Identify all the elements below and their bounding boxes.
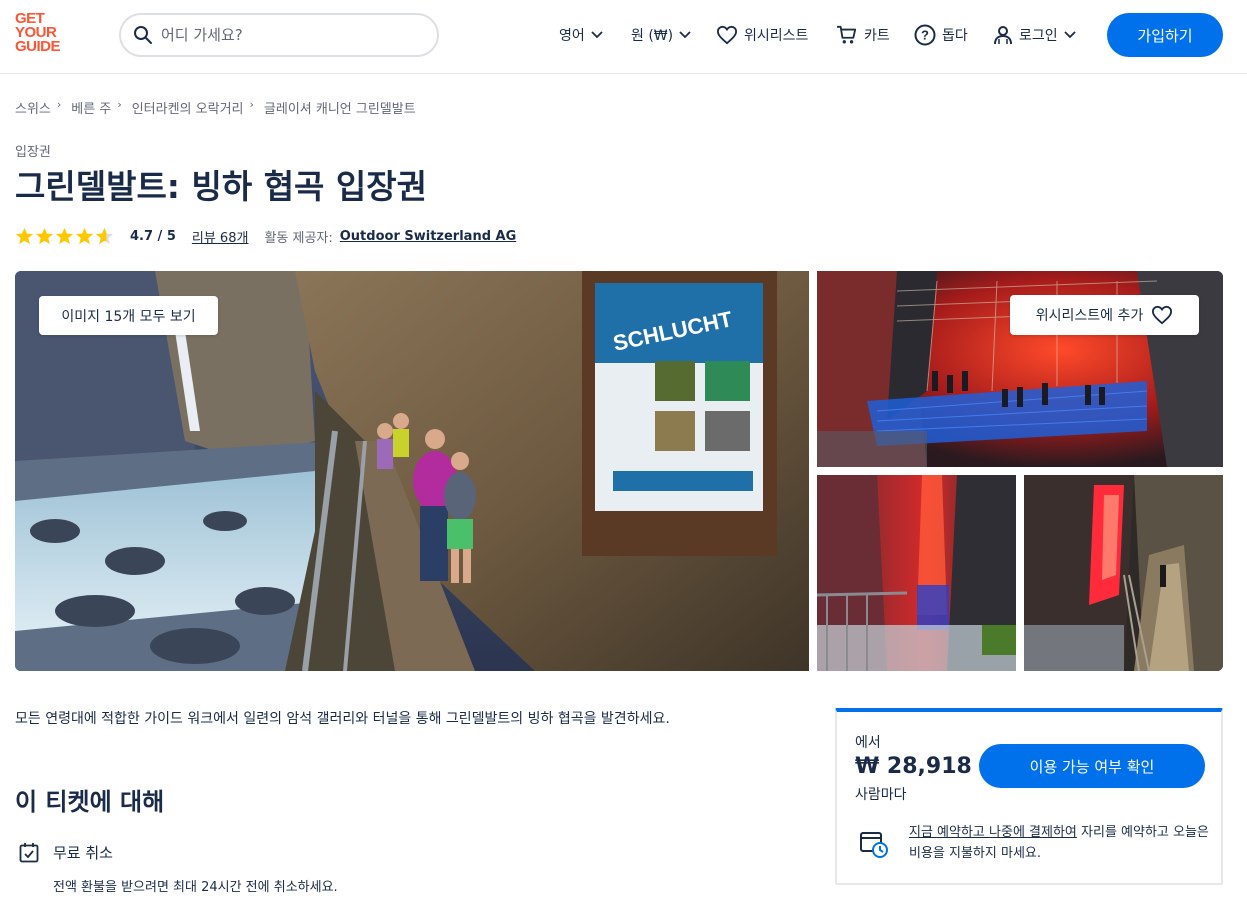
- chevron-right-icon: ›: [249, 98, 254, 111]
- getyourguide-logo[interactable]: GET YOUR GUIDE: [15, 11, 75, 58]
- help-label: 돕다: [942, 28, 968, 44]
- wishlist-label: 위시리스트: [744, 28, 809, 44]
- free-cancellation-label: 무료 취소: [53, 844, 113, 862]
- free-cancellation-feature: 무료 취소: [19, 842, 113, 863]
- price-per-person: 사람마다: [855, 787, 907, 803]
- currency-selector[interactable]: 원 (₩): [631, 22, 691, 48]
- star-icon: [15, 227, 34, 244]
- page-title: 그린델발트: 빙하 협곡 입장권: [15, 167, 427, 206]
- red-lit-waterfall-photo: [817, 475, 1016, 671]
- add-to-wishlist-label: 위시리스트에 추가: [1035, 308, 1144, 324]
- breadcrumb: 스위스 › 베른 주 › 인터라켄의 오락거리 › 글레이셔 캐니언 그린델발트: [15, 98, 416, 117]
- star-icon: [75, 227, 94, 244]
- gallery-image-waterfall[interactable]: [817, 475, 1016, 671]
- booking-panel: 에서 ₩ 28,918 사람마다 이용 가능 여부 확인 지금 예약하고 나중에…: [835, 708, 1223, 885]
- breadcrumb-item[interactable]: 스위스: [15, 98, 51, 117]
- wishlist-link[interactable]: 위시리스트: [716, 22, 808, 48]
- site-header: GET YOUR GUIDE 영어 원 (₩) 위시리스트 카트 ? 돕다 로그…: [0, 0, 1247, 74]
- language-selector[interactable]: 영어: [559, 22, 603, 48]
- heart-icon: [1152, 305, 1173, 325]
- question-circle-icon: ?: [914, 24, 936, 46]
- rating-value: 4.7 / 5: [130, 228, 176, 244]
- chevron-down-icon: [1064, 31, 1076, 39]
- reviews-link[interactable]: 리뷰 68개: [192, 227, 249, 246]
- price-from-label: 에서: [855, 735, 881, 751]
- signup-button[interactable]: 가입하기: [1107, 13, 1223, 57]
- star-icon: [35, 227, 54, 244]
- breadcrumb-item[interactable]: 글레이셔 캐니언 그린델발트: [264, 98, 416, 117]
- provider-label: 활동 제공자:: [264, 230, 333, 246]
- add-to-wishlist-button[interactable]: 위시리스트에 추가: [1010, 295, 1199, 335]
- star-icon: [55, 227, 74, 244]
- language-label: 영어: [559, 28, 585, 44]
- product-description: 모든 연령대에 적합한 가이드 워크에서 일련의 암석 갤러리와 터널을 통해 …: [15, 711, 670, 727]
- reserve-now-link[interactable]: 지금 예약하고 나중에 결제하여: [909, 825, 1077, 840]
- search-icon: [134, 26, 152, 44]
- rating-row: 4.7 / 5 리뷰 68개 활동 제공자: Outdoor Switzerla…: [15, 226, 516, 246]
- free-cancellation-detail: 전액 환불을 받으려면 최대 24시간 전에 취소하세요.: [53, 880, 338, 895]
- check-availability-button[interactable]: 이용 가능 여부 확인: [979, 744, 1205, 788]
- chevron-right-icon: ›: [117, 98, 122, 111]
- help-link[interactable]: ? 돕다: [914, 22, 968, 48]
- star-rating: [15, 227, 114, 246]
- reserve-now-pay-later: 지금 예약하고 나중에 결제하여 자리를 예약하고 오늘은 비용을 지불하지 마…: [909, 822, 1209, 864]
- svg-text:?: ?: [921, 28, 929, 43]
- login-label: 로그인: [1019, 28, 1058, 44]
- search-input[interactable]: [161, 26, 411, 44]
- cart-icon: [837, 25, 857, 44]
- calendar-clock-icon: [860, 832, 888, 858]
- calendar-check-icon: [19, 843, 39, 863]
- about-ticket-heading: 이 티켓에 대해: [15, 788, 165, 816]
- breadcrumb-item[interactable]: 인터라켄의 오락거리: [132, 98, 244, 117]
- cart-link[interactable]: 카트: [836, 22, 890, 48]
- provider-link[interactable]: Outdoor Switzerland AG: [340, 229, 517, 244]
- user-icon: [994, 26, 1012, 45]
- gallery-image-tunnel[interactable]: [1024, 475, 1223, 671]
- price-value: ₩ 28,918: [855, 754, 972, 779]
- heart-icon: [716, 25, 738, 45]
- login-menu[interactable]: 로그인: [993, 22, 1076, 48]
- star-half-icon: [95, 227, 114, 244]
- chevron-down-icon: [679, 31, 691, 39]
- cart-label: 카트: [864, 28, 890, 44]
- view-all-images-button[interactable]: 이미지 15개 모두 보기: [39, 296, 218, 335]
- product-category: 입장권: [15, 145, 51, 160]
- currency-label: 원 (₩): [631, 28, 674, 44]
- logo-line-3: GUIDE: [15, 38, 61, 55]
- chevron-down-icon: [591, 31, 603, 39]
- breadcrumb-item[interactable]: 베른 주: [71, 98, 111, 117]
- chevron-right-icon: ›: [56, 98, 62, 111]
- tunnel-walkway-photo: [1024, 475, 1223, 671]
- search-bar[interactable]: [119, 13, 439, 57]
